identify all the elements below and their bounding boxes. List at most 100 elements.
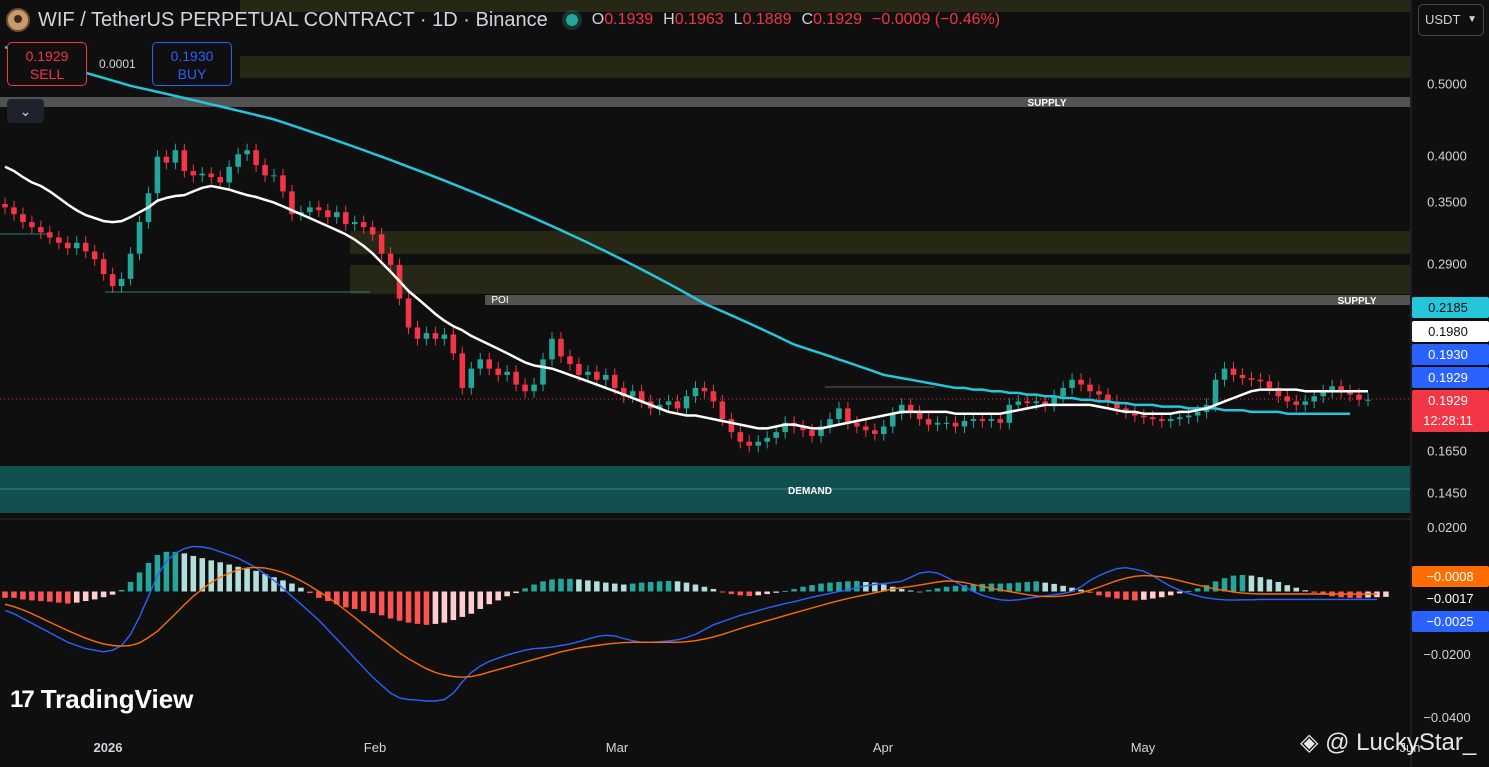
ohlc-high-value: 0.1963 [674,11,724,28]
candle [872,423,878,441]
macd-histogram-bar [800,586,806,592]
candle-body [836,408,842,420]
macd-histogram-bar [755,591,762,596]
candle-body [1069,379,1075,388]
candle [1087,378,1093,398]
macd-histogram-bar [692,584,699,592]
candle-body [970,419,977,421]
candle [800,419,806,437]
macd-histogram-bar [1302,590,1309,592]
candle [665,394,672,412]
candle [100,252,107,281]
candle-body [576,363,582,375]
macd-histogram-bar [1194,588,1201,592]
candle [629,384,636,403]
buy-button[interactable]: 0.1930 BUY [152,42,232,86]
candle-body [47,232,53,238]
candle [585,365,591,382]
macd-panel[interactable] [2,545,1389,702]
candle-body [378,234,385,254]
candle-body [880,426,887,435]
macd-histogram-bar [423,591,430,625]
tradingview-logo[interactable]: 17 TradingView [10,684,193,715]
candle [190,164,197,183]
macd-histogram-bar [11,591,17,598]
candle-body [468,368,475,388]
candle [889,407,896,434]
price-label: 0.1980 [1412,321,1489,342]
macd-histogram-bar [836,581,842,592]
candle [1266,374,1273,395]
macd-histogram-bar [773,591,779,593]
price-label: 0.1929 [1412,367,1489,388]
ohlc-open-value: 0.1939 [604,11,654,28]
macd-histogram-bar [1078,589,1084,592]
macd-histogram-bar [594,581,600,592]
candle [504,365,510,382]
macd-histogram-bar [91,591,98,600]
macd-histogram-bar [585,580,591,592]
candle-body [1176,417,1183,420]
candle [262,158,268,183]
macd-histogram-bar [2,591,8,598]
candle-body [603,374,609,380]
candle [172,143,179,170]
candle [208,167,215,184]
candle [934,416,941,432]
macd-histogram-bar [289,583,295,592]
candle [253,143,259,172]
candle [827,412,833,434]
macd-histogram-bar [809,585,815,592]
candle [441,327,448,346]
candle [710,384,717,409]
macd-histogram-bar [1284,585,1291,592]
candle [854,416,860,434]
candle-body [952,422,959,427]
macd-histogram-bar [298,587,304,592]
chart-canvas[interactable]: SUPPLY SUPPLY DEMAND POI 0.5000 0.4000 0.3500… [0,0,1489,767]
candle [818,419,824,443]
macd-histogram-bar [683,582,690,592]
macd-histogram-bar [253,570,259,592]
candle [522,378,528,398]
candle [1311,389,1317,409]
demand-zone-label: DEMAND [788,486,832,497]
candle-body [872,430,878,435]
macd-histogram-bar [1266,579,1273,592]
candle-body [486,359,493,369]
binance-square-icon: ◈ [1300,729,1326,756]
macd-histogram-bar [1257,577,1264,592]
ohlc-change-value: −0.0009 (−0.46%) [872,11,1001,28]
candle-body [1024,401,1031,404]
candle [1141,408,1147,425]
symbol-title[interactable]: WIF / TetherUS PERPETUAL CONTRACT · 1D ·… [38,9,548,32]
candle [638,384,645,409]
candle [1320,384,1326,403]
watermark-text: @ LuckyStar_ [1325,729,1477,756]
macd-histogram-bar [1239,574,1246,592]
candle-body [82,242,89,252]
candle-body [1087,384,1093,392]
candle-body [127,253,134,279]
candle-body [728,419,735,433]
candle [64,236,71,255]
candle [91,244,98,266]
macd-histogram-bar [1141,591,1147,600]
macd-histogram-bar [629,583,636,592]
currency-select[interactable]: USDT ▼ [1418,4,1484,36]
candle-body [1230,368,1237,375]
macd-histogram-bar [1087,591,1093,593]
collapse-chevron-icon[interactable]: ⌄ [7,99,44,123]
macd-histogram-bar [1015,582,1022,592]
macd-histogram-bar [56,591,62,603]
macd-value-label-text: −0.0008 [1426,569,1473,584]
candle [163,150,170,170]
candle-body [558,338,564,357]
macd-histogram-bar [64,591,71,604]
sell-button[interactable]: 0.1929 SELL [7,42,87,86]
candle-body [845,408,851,423]
candle-body [737,432,744,442]
candle-body [997,419,1004,423]
price-label-value: 0.1929 [1428,393,1468,408]
market-status-icon[interactable] [565,14,578,26]
